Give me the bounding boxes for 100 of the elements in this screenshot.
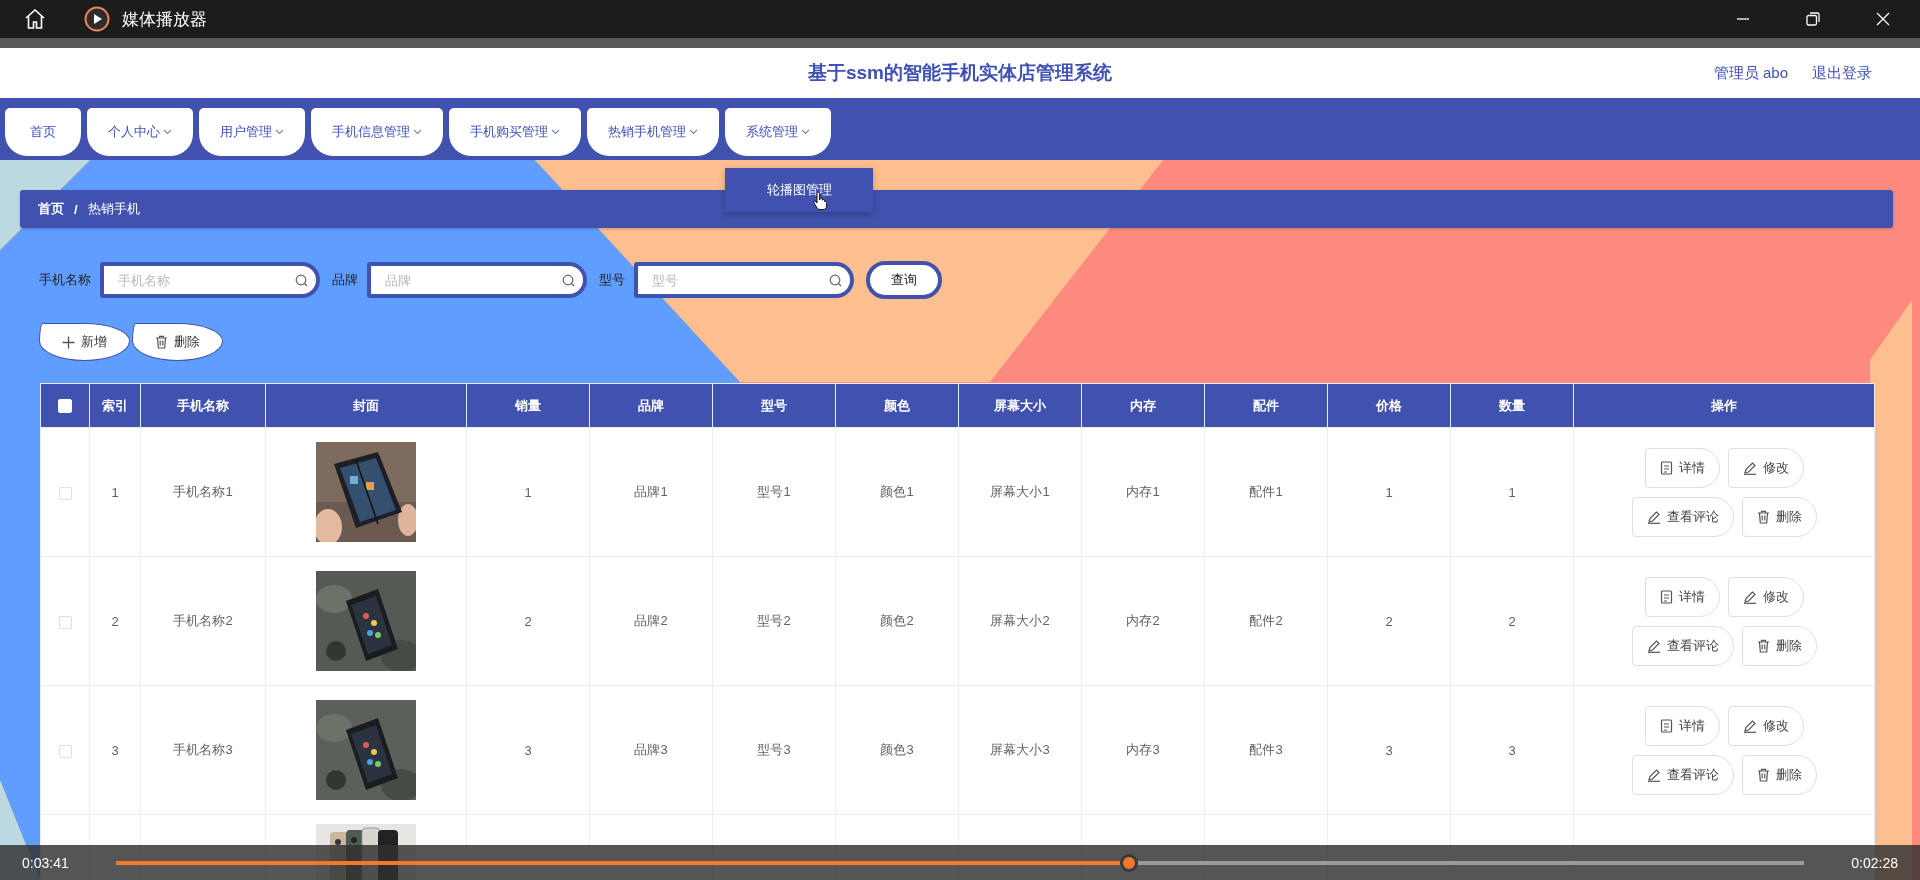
field-label: 型号 <box>599 271 625 289</box>
table-cell: 品牌2 <box>589 556 713 686</box>
close-icon[interactable] <box>1876 12 1890 26</box>
remaining-time: 0:02:28 <box>1850 854 1898 871</box>
nav-tab[interactable]: 个人中心 <box>87 108 193 156</box>
maximize-icon[interactable] <box>1806 12 1820 26</box>
table-cell: 颜色3 <box>835 685 959 815</box>
nav-tab[interactable]: 手机信息管理 <box>311 108 443 156</box>
table-cell: 1 <box>1327 427 1451 557</box>
row-checkbox[interactable] <box>58 744 72 758</box>
table-cell: 内存1 <box>1081 427 1205 557</box>
search-field[interactable]: 品牌 <box>367 262 587 298</box>
delete-button[interactable]: 删除 <box>1741 754 1817 795</box>
logout-link[interactable]: 退出登录 <box>1812 63 1872 83</box>
plus-icon <box>62 335 75 349</box>
elapsed-time: 0:03:41 <box>22 854 70 871</box>
select-all-checkbox[interactable] <box>58 399 72 414</box>
table-cell: 屏幕大小2 <box>958 556 1082 686</box>
table-cell: 2 <box>466 556 590 686</box>
table-cell: 品牌1 <box>589 427 713 557</box>
search-field[interactable]: 型号 <box>634 262 854 298</box>
row-checkbox[interactable] <box>58 615 72 629</box>
table-cell: 3 <box>1450 685 1574 815</box>
user-name: 管理员 abo <box>1713 63 1788 83</box>
column-header: 操作 <box>1573 383 1875 428</box>
home-icon[interactable] <box>24 8 46 30</box>
column-header: 内存 <box>1081 383 1205 428</box>
table-cell: 3 <box>89 685 141 815</box>
detail-button[interactable]: 详情 <box>1644 576 1720 617</box>
row-checkbox[interactable] <box>58 486 72 500</box>
table-cell: 3 <box>1327 685 1451 815</box>
table-cell: 配件3 <box>1204 685 1328 815</box>
table-cell: 配件2 <box>1204 556 1328 686</box>
column-header: 数量 <box>1450 383 1574 428</box>
edit-button[interactable]: 修改 <box>1727 705 1804 746</box>
table-cell: 1 <box>89 427 141 557</box>
comments-button[interactable]: 查看评论 <box>1631 754 1734 795</box>
pencil-icon <box>1742 589 1757 604</box>
nav-tab[interactable]: 手机购买管理 <box>449 108 581 156</box>
breadcrumb-separator: / <box>74 201 78 217</box>
field-label: 品牌 <box>332 271 358 289</box>
pencil-icon <box>1742 460 1757 475</box>
edit-button[interactable]: 修改 <box>1727 447 1804 488</box>
column-header: 封面 <box>265 383 467 428</box>
site-title: 基于ssm的智能手机实体店管理系统 <box>808 62 1112 83</box>
pencil-icon <box>1646 638 1661 653</box>
document-icon <box>1659 718 1673 733</box>
trash-icon <box>1756 509 1770 524</box>
table-cell: 型号2 <box>712 556 836 686</box>
table-cell: 3 <box>466 685 590 815</box>
table-cell: 屏幕大小3 <box>958 685 1082 815</box>
search-icon <box>829 274 842 287</box>
nav-tab[interactable]: 用户管理 <box>199 108 305 156</box>
breadcrumb-link[interactable]: 首页 <box>38 200 64 218</box>
trash-icon <box>1756 767 1770 782</box>
pencil-icon <box>1646 509 1661 524</box>
column-header: 索引 <box>89 383 141 428</box>
table-cell: 手机名称1 <box>140 427 266 557</box>
column-header: 品牌 <box>589 383 713 428</box>
column-header: 配件 <box>1204 383 1328 428</box>
trash-icon <box>155 335 168 349</box>
nav-tab[interactable]: 首页 <box>5 108 81 156</box>
table-cell: 屏幕大小1 <box>958 427 1082 557</box>
nav-tab[interactable]: 热销手机管理 <box>587 108 719 156</box>
table-cell: 配件1 <box>1204 427 1328 557</box>
table-cell: 型号1 <box>712 427 836 557</box>
table-cell: 1 <box>1450 427 1574 557</box>
column-header: 销量 <box>466 383 590 428</box>
document-icon <box>1659 589 1673 604</box>
table-cell: 手机名称3 <box>140 685 266 815</box>
pencil-icon <box>1646 767 1661 782</box>
trash-icon <box>1756 638 1770 653</box>
progress-handle[interactable] <box>1119 853 1138 872</box>
breadcrumb-current: 热销手机 <box>87 200 140 218</box>
delete-button[interactable]: 删除 <box>1741 625 1817 666</box>
column-header: 屏幕大小 <box>958 383 1082 428</box>
table-cell: 颜色2 <box>835 556 959 686</box>
search-field[interactable]: 手机名称 <box>100 262 320 298</box>
column-header: 颜色 <box>835 383 959 428</box>
menu-item[interactable]: 轮播图管理 <box>766 181 832 199</box>
table-cell: 型号3 <box>712 685 836 815</box>
play-icon <box>84 6 110 32</box>
table-cell: 颜色1 <box>835 427 959 557</box>
table-cell: 品牌3 <box>589 685 713 815</box>
window-title: 媒体播放器 <box>122 8 207 31</box>
pencil-icon <box>1742 718 1757 733</box>
table-cell: 内存2 <box>1081 556 1205 686</box>
query-button[interactable]: 查询 <box>866 261 942 299</box>
column-header: 手机名称 <box>140 383 266 428</box>
detail-button[interactable]: 详情 <box>1644 705 1720 746</box>
table-cell: 2 <box>1450 556 1574 686</box>
table-cell: 内存3 <box>1081 685 1205 815</box>
document-icon <box>1659 460 1673 475</box>
search-icon <box>562 274 575 287</box>
delete-button[interactable]: 删除 <box>1741 496 1817 537</box>
comments-button[interactable]: 查看评论 <box>1631 496 1734 537</box>
edit-button[interactable]: 修改 <box>1727 576 1804 617</box>
detail-button[interactable]: 详情 <box>1644 447 1720 488</box>
column-header: 价格 <box>1327 383 1451 428</box>
comments-button[interactable]: 查看评论 <box>1631 625 1734 666</box>
